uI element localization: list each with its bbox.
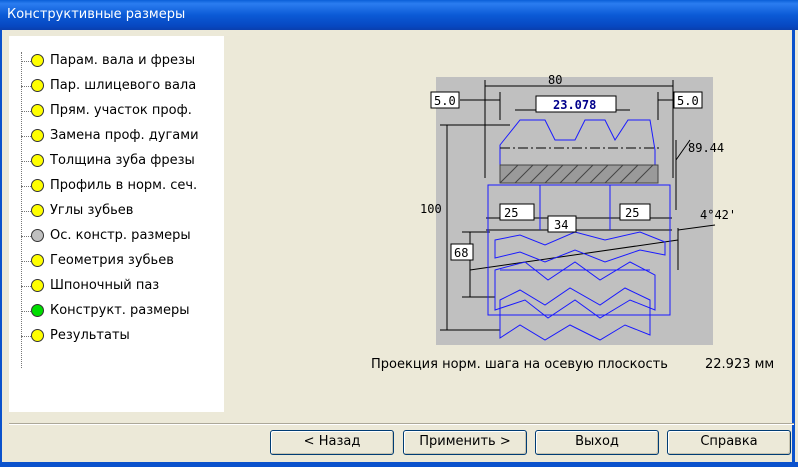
tree-item-label: Конструкт. размеры — [50, 303, 190, 318]
tree-branch — [21, 261, 31, 262]
status-circle-icon — [31, 79, 44, 92]
window-title: Конструктивные размеры — [7, 7, 186, 22]
tree-item-label: Толщина зуба фрезы — [50, 153, 195, 168]
tree-item-design-dimensions[interactable]: Конструкт. размеры — [9, 301, 224, 321]
dim-right-offset: 5.0 — [677, 94, 699, 108]
status-circle-icon — [31, 304, 44, 317]
tree-branch — [21, 211, 31, 212]
dim-diameter: 89.44 — [688, 141, 724, 155]
steps-tree: Парам. вала и фрезы Пар. шлицевого вала … — [9, 36, 224, 412]
dim-left-offset: 5.0 — [434, 94, 456, 108]
tree-item-label: Профиль в норм. сеч. — [50, 178, 198, 193]
dim-angle: 4°42' — [700, 208, 736, 222]
tree-item-tooth-geometry[interactable]: Геометрия зубьев — [9, 251, 224, 271]
status-circle-icon — [31, 179, 44, 192]
tree-branch — [21, 86, 31, 87]
status-circle-icon — [31, 229, 44, 242]
tree-branch — [21, 311, 31, 312]
status-circle-icon — [31, 129, 44, 142]
tree-item-keyway[interactable]: Шпоночный паз — [9, 276, 224, 296]
tree-item-label: Прям. участок проф. — [50, 103, 192, 118]
tree-item-tooth-angles[interactable]: Углы зубьев — [9, 201, 224, 221]
tree-branch — [21, 236, 31, 237]
tree-branch — [21, 111, 31, 112]
dim-right-hub: 25 — [625, 206, 639, 220]
exit-button[interactable]: Выход — [535, 430, 659, 455]
dim-left-hub: 25 — [504, 206, 518, 220]
tree-item-label: Углы зубьев — [50, 203, 134, 218]
status-circle-icon — [31, 104, 44, 117]
apply-button[interactable]: Применить > — [403, 430, 527, 455]
tree-item-tooth-thickness[interactable]: Толщина зуба фрезы — [9, 151, 224, 171]
tree-branch — [21, 186, 31, 187]
tree-item-normal-section-profile[interactable]: Профиль в норм. сеч. — [9, 176, 224, 196]
tree-branch — [21, 286, 31, 287]
tree-item-spline-shaft-params[interactable]: Пар. шлицевого вала — [9, 76, 224, 96]
tree-branch — [21, 136, 31, 137]
tree-branch — [21, 161, 31, 162]
tree-item-shaft-cutter-params[interactable]: Парам. вала и фрезы — [9, 51, 224, 71]
tree-item-arc-replacement[interactable]: Замена проф. дугами — [9, 126, 224, 146]
dim-total-width: 80 — [548, 73, 562, 87]
back-button[interactable]: < Назад — [270, 430, 394, 455]
status-circle-icon — [31, 254, 44, 267]
pitch-projection-value: 22.923 мм — [705, 357, 775, 372]
tree-item-label: Пар. шлицевого вала — [50, 78, 197, 93]
tree-branch — [21, 61, 31, 62]
tree-item-main-dimensions[interactable]: Ос. констр. размеры — [9, 226, 224, 246]
tree-item-label: Шпоночный паз — [50, 278, 160, 293]
tree-item-label: Геометрия зубьев — [50, 253, 174, 268]
dim-bore: 68 — [454, 246, 468, 260]
tree-item-label: Результаты — [50, 328, 130, 343]
dim-center: 34 — [554, 218, 568, 232]
dim-step: 23.078 — [553, 98, 596, 112]
status-circle-icon — [31, 54, 44, 67]
help-button[interactable]: Справка — [667, 430, 791, 455]
window-bottom-border — [0, 462, 798, 467]
status-circle-icon — [31, 329, 44, 342]
status-circle-icon — [31, 154, 44, 167]
status-circle-icon — [31, 204, 44, 217]
tree-branch — [21, 336, 31, 337]
tree-item-label: Ос. констр. размеры — [50, 228, 191, 243]
dim-height: 100 — [420, 202, 442, 216]
window-titlebar[interactable]: Конструктивные размеры — [0, 0, 798, 30]
tree-item-results[interactable]: Результаты — [9, 326, 224, 346]
tree-item-straight-section[interactable]: Прям. участок проф. — [9, 101, 224, 121]
tree-item-label: Парам. вала и фрезы — [50, 53, 196, 68]
button-separator — [9, 423, 794, 425]
tree-item-label: Замена проф. дугами — [50, 128, 199, 143]
cutter-dimension-drawing: 80 5.0 5.0 23.078 89.44 100 25 34 25 68 … — [420, 73, 736, 341]
status-circle-icon — [31, 279, 44, 292]
pitch-projection-caption: Проекция норм. шага на осевую плоскость — [371, 357, 668, 372]
